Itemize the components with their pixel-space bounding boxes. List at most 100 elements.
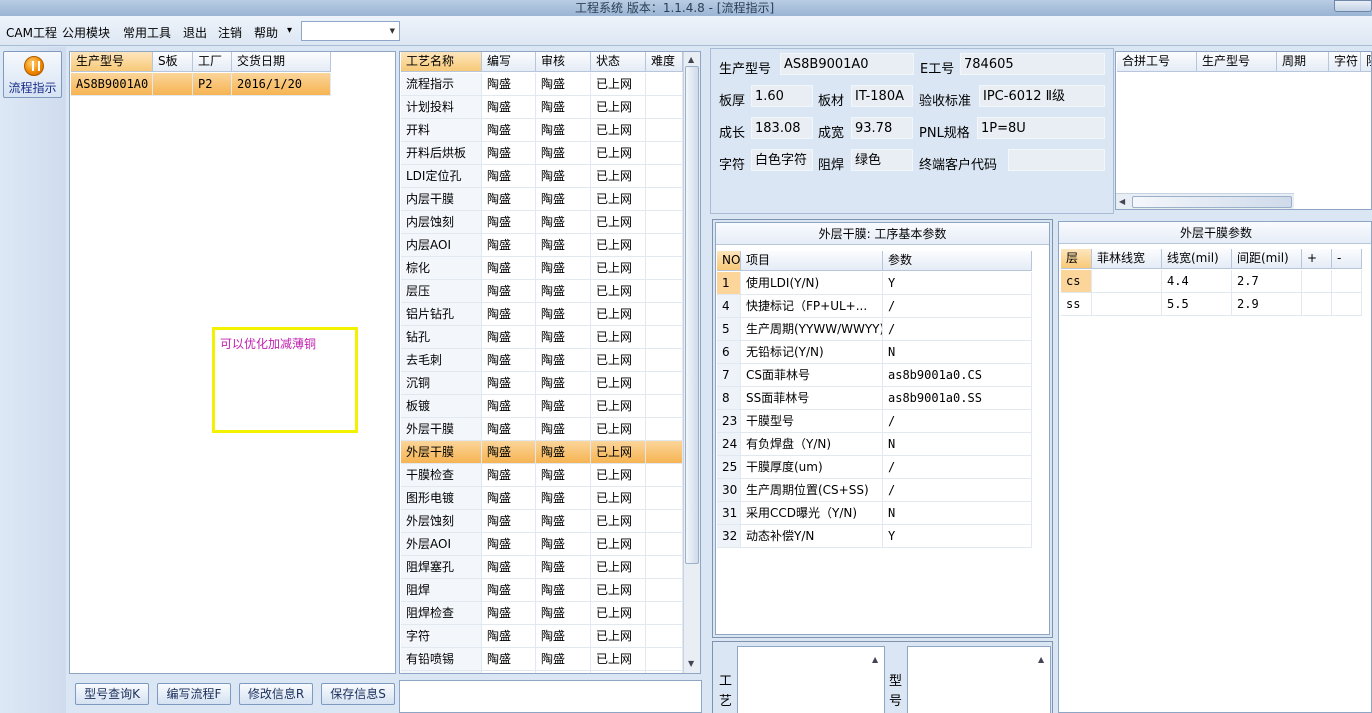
process-table-cell[interactable]: 陶盛 [482, 188, 536, 211]
film-params-cell[interactable] [1332, 270, 1362, 293]
process-table-cell[interactable]: 已上网 [591, 602, 646, 625]
process-table-cell[interactable]: 计划投料 [401, 96, 482, 119]
process-table-cell[interactable]: 有铅喷锡 [401, 648, 482, 671]
merge-table-header-3[interactable]: 字符 [1329, 52, 1361, 72]
process-table-cell[interactable]: 钻孔 [401, 326, 482, 349]
process-table-cell[interactable] [646, 257, 683, 280]
process-table-cell[interactable]: 阻焊检查 [401, 602, 482, 625]
basic-params-cell[interactable]: N [883, 341, 1032, 364]
process-table-cell[interactable]: 已上网 [591, 464, 646, 487]
scroll-down-icon[interactable]: ▼ [688, 659, 694, 669]
model-table-header-1[interactable]: S板 [153, 52, 193, 72]
process-table-cell[interactable] [646, 510, 683, 533]
scroll-left-icon[interactable]: ◀ [1119, 197, 1125, 207]
process-table-cell[interactable]: 陶盛 [536, 211, 591, 234]
basic-params-cell[interactable]: 生产周期(YYWW/WWYY) [741, 318, 883, 341]
film-params-cell[interactable]: 5.5 [1162, 293, 1232, 316]
basic-params-cell[interactable]: 快捷标记（FP+UL+... [741, 295, 883, 318]
process-table-cell[interactable]: 陶盛 [482, 165, 536, 188]
process-table-cell[interactable]: 陶盛 [536, 142, 591, 165]
process-table-cell[interactable]: 陶盛 [536, 73, 591, 96]
process-table-cell[interactable]: 已上网 [591, 142, 646, 165]
process-table-cell[interactable] [646, 280, 683, 303]
process-table-cell[interactable]: 内层蚀刻 [401, 211, 482, 234]
process-table-cell[interactable]: 棕化 [401, 257, 482, 280]
process-table-cell[interactable]: 外层AOI [401, 533, 482, 556]
basic-params-cell[interactable]: as8b9001a0.CS [883, 364, 1032, 387]
basic-params-cell[interactable]: / [883, 410, 1032, 433]
basic-params-cell[interactable]: 8 [717, 387, 741, 410]
process-table-cell[interactable]: 开料 [401, 119, 482, 142]
process-table-cell[interactable] [646, 602, 683, 625]
film-params-cell[interactable] [1302, 293, 1332, 316]
process-table-cell[interactable]: 陶盛 [482, 648, 536, 671]
menu-combo-box[interactable]: ▼ [301, 21, 400, 41]
process-table-header-4[interactable]: 难度 [646, 52, 683, 72]
process-table-cell[interactable]: 陶盛 [482, 556, 536, 579]
menu-public-module[interactable]: 公用模块 [62, 24, 110, 41]
model-query-button[interactable]: 型号查询K [75, 683, 149, 705]
menu-common-tools[interactable]: 常用工具 [123, 24, 171, 41]
process-table-cell[interactable]: 已上网 [591, 556, 646, 579]
process-table-cell[interactable] [646, 648, 683, 671]
process-table-cell[interactable]: 陶盛 [482, 372, 536, 395]
basic-params-cell[interactable]: 干膜型号 [741, 410, 883, 433]
process-table-cell[interactable] [646, 671, 683, 673]
process-table-cell[interactable]: 陶盛 [482, 280, 536, 303]
process-table-cell[interactable]: 陶盛 [536, 602, 591, 625]
process-table-cell[interactable]: 已上网 [591, 349, 646, 372]
craft-list[interactable]: ▲ [737, 646, 885, 713]
film-params-header-3[interactable]: 间距(mil) [1232, 249, 1302, 269]
basic-params-cell[interactable]: N [883, 433, 1032, 456]
process-table-cell[interactable]: 层压 [401, 280, 482, 303]
basic-params-cell[interactable]: / [883, 295, 1032, 318]
process-table-cell[interactable] [646, 556, 683, 579]
model-table-cell[interactable]: 2016/1/20 [232, 73, 331, 96]
film-params-cell[interactable] [1092, 293, 1162, 316]
merge-h-scrollbar[interactable]: ◀ [1116, 193, 1294, 209]
process-table-cell[interactable] [646, 234, 683, 257]
process-table-cell[interactable]: 已上网 [591, 119, 646, 142]
process-table-cell[interactable] [646, 188, 683, 211]
process-table-cell[interactable]: 陶盛 [536, 441, 591, 464]
process-table-cell[interactable] [646, 165, 683, 188]
menu-help[interactable]: 帮助 [254, 24, 278, 41]
process-table-cell[interactable] [646, 303, 683, 326]
model-table-header-2[interactable]: 工厂 [193, 52, 232, 72]
process-table-cell[interactable]: 已上网 [591, 418, 646, 441]
film-params-cell[interactable]: 4.4 [1162, 270, 1232, 293]
craft-scroll-up-icon[interactable]: ▲ [872, 655, 878, 665]
basic-params-cell[interactable]: 31 [717, 502, 741, 525]
process-table-cell[interactable] [646, 73, 683, 96]
basic-params-cell[interactable]: 7 [717, 364, 741, 387]
basic-params-cell[interactable]: 23 [717, 410, 741, 433]
process-table-cell[interactable]: 内层AOI [401, 234, 482, 257]
process-table-cell[interactable]: 图形电镀 [401, 487, 482, 510]
process-table-cell[interactable] [646, 395, 683, 418]
merge-table-header-4[interactable]: 阻 [1361, 52, 1371, 72]
process-table-cell[interactable]: 陶盛 [536, 487, 591, 510]
process-table-cell[interactable]: 陶盛 [482, 326, 536, 349]
basic-params-cell[interactable]: 采用CCD曝光（Y/N) [741, 502, 883, 525]
merge-table-header-0[interactable]: 合拼工号 [1117, 52, 1197, 72]
process-table-cell[interactable]: 陶盛 [482, 395, 536, 418]
process-table-cell[interactable]: 已上网 [591, 579, 646, 602]
process-table-cell[interactable]: 板镀 [401, 395, 482, 418]
process-table-cell[interactable]: 流程指示 [401, 73, 482, 96]
basic-params-cell[interactable]: 25 [717, 456, 741, 479]
process-table-cell[interactable]: 陶盛 [482, 211, 536, 234]
basic-params-cell[interactable]: 无铅标记(Y/N) [741, 341, 883, 364]
film-params-cell[interactable] [1092, 270, 1162, 293]
process-table-cell[interactable]: 沉铜 [401, 372, 482, 395]
film-params-cell[interactable]: ss [1061, 293, 1092, 316]
process-table-cell[interactable]: 陶盛 [536, 326, 591, 349]
process-scrollbar[interactable]: ▲ ▼ [683, 52, 700, 673]
basic-params-header-1[interactable]: 项目 [741, 251, 883, 271]
model-table-cell[interactable]: AS8B9001A0 [71, 73, 153, 96]
basic-params-cell[interactable]: 有负焊盘（Y/N) [741, 433, 883, 456]
process-table-cell[interactable]: 陶盛 [482, 487, 536, 510]
process-table-cell[interactable]: 已上网 [591, 648, 646, 671]
process-table-cell[interactable]: 陶盛 [482, 579, 536, 602]
menu-exit[interactable]: 退出 [183, 24, 207, 41]
process-table-cell[interactable]: 陶盛 [536, 349, 591, 372]
